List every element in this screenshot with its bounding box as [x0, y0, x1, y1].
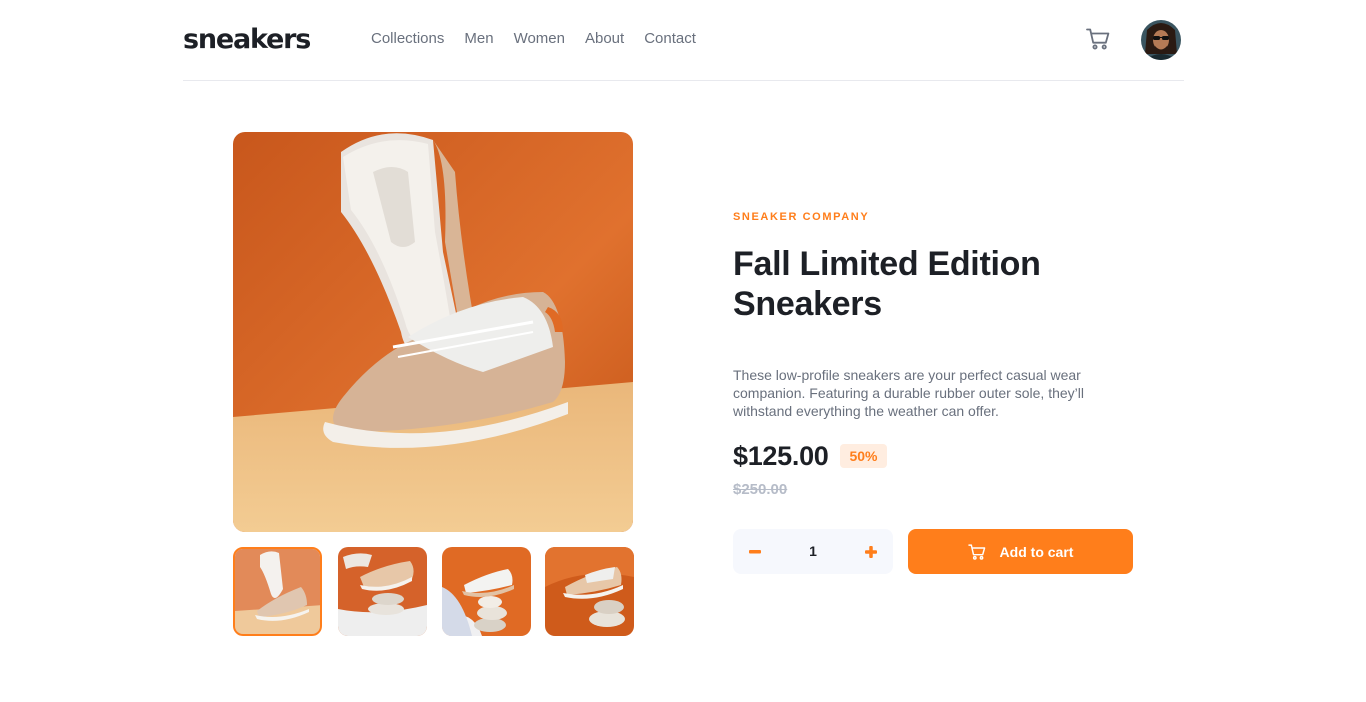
thumbnail-3[interactable]	[442, 547, 531, 636]
quantity-value[interactable]: 1	[777, 529, 849, 574]
nav-collections[interactable]: Collections	[371, 30, 444, 48]
decrease-quantity-button[interactable]	[733, 529, 777, 574]
company-label: SNEAKER COMPANY	[733, 211, 870, 223]
cart-icon[interactable]	[1086, 28, 1110, 50]
product-title: Fall Limited Edition Sneakers	[733, 244, 1113, 324]
main-nav: Collections Men Women About Contact	[371, 30, 716, 48]
add-to-cart-button[interactable]: Add to cart	[908, 529, 1133, 574]
thumbnail-4[interactable]	[545, 547, 634, 636]
cart-icon	[967, 543, 985, 560]
selected-overlay	[235, 549, 320, 634]
quantity-stepper: 1	[733, 529, 893, 574]
product-description: These low-profile sneakers are your perf…	[733, 367, 1084, 419]
nav-about[interactable]: About	[585, 30, 624, 48]
current-price: $125.00	[733, 441, 829, 471]
site-header: sneakers Collections Men Women About Con…	[183, 0, 1184, 81]
add-to-cart-label: Add to cart	[999, 543, 1074, 560]
discount-badge: 50%	[840, 444, 887, 468]
product-title-line1: Fall Limited Edition	[733, 245, 1041, 283]
original-price: $250.00	[733, 481, 788, 498]
user-avatar[interactable]	[1141, 20, 1181, 60]
logo[interactable]: sneakers	[183, 24, 311, 56]
thumbnail-2[interactable]	[338, 547, 427, 636]
nav-women[interactable]: Women	[514, 30, 565, 48]
minus-icon	[749, 549, 761, 553]
product-title-line2: Sneakers	[733, 285, 882, 323]
thumbnail-1[interactable]	[233, 547, 322, 636]
nav-contact[interactable]: Contact	[644, 30, 696, 48]
product-main-image[interactable]	[233, 132, 633, 532]
plus-icon	[865, 545, 877, 558]
nav-men[interactable]: Men	[464, 30, 493, 48]
increase-quantity-button[interactable]	[849, 529, 893, 574]
